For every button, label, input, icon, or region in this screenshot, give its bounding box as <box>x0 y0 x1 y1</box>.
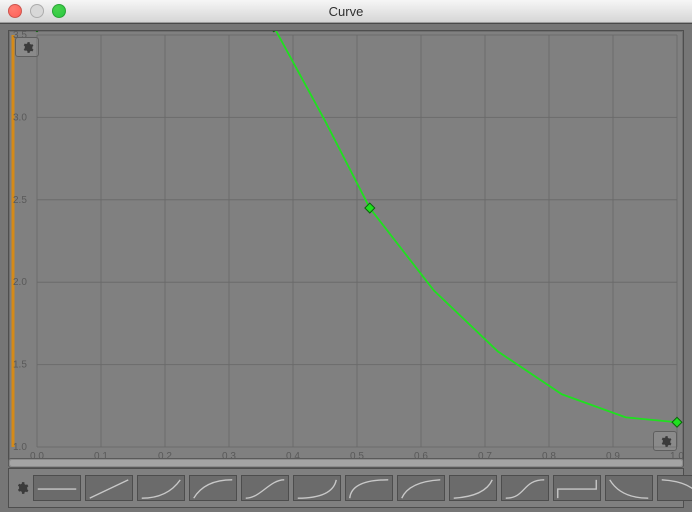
preset-s-curve[interactable] <box>241 475 289 501</box>
preset-step-like[interactable] <box>553 475 601 501</box>
y-tick-label: 2.0 <box>13 277 27 288</box>
gear-icon <box>659 435 672 448</box>
curve-canvas[interactable]: 0.00.10.20.30.40.50.60.70.80.91.01.01.52… <box>8 30 684 466</box>
gear-button-bottom-right[interactable] <box>653 431 677 451</box>
preset-linear[interactable] <box>85 475 133 501</box>
gear-icon <box>21 41 34 54</box>
titlebar: Curve <box>0 0 692 23</box>
gear-icon <box>15 481 29 495</box>
preset-log[interactable] <box>397 475 445 501</box>
horizontal-scrollbar[interactable] <box>8 458 684 468</box>
preset-ease-out[interactable] <box>189 475 237 501</box>
preset-settings-button[interactable] <box>15 477 29 499</box>
preset-slow-out[interactable] <box>345 475 393 501</box>
gear-button-top-left[interactable] <box>15 37 39 57</box>
editor-stage: 0.00.10.20.30.40.50.60.70.80.91.01.01.52… <box>0 23 692 512</box>
preset-exp[interactable] <box>449 475 497 501</box>
scrollbar-thumb[interactable] <box>10 460 682 466</box>
preset-ease-in[interactable] <box>137 475 185 501</box>
keyframe-handle[interactable] <box>32 31 42 32</box>
y-tick-label: 1.0 <box>13 442 27 453</box>
preset-strip <box>8 468 684 508</box>
preset-sharp-s[interactable] <box>501 475 549 501</box>
preset-inv-log[interactable] <box>657 475 692 501</box>
preset-flat[interactable] <box>33 475 81 501</box>
preset-slow-in[interactable] <box>293 475 341 501</box>
y-tick-label: 1.5 <box>13 360 27 371</box>
keyframe-handle[interactable] <box>672 417 682 427</box>
y-tick-label: 2.5 <box>13 195 27 206</box>
curve-plot[interactable]: 0.00.10.20.30.40.50.60.70.80.91.01.01.52… <box>9 31 683 465</box>
y-tick-label: 3.0 <box>13 112 27 123</box>
window-title: Curve <box>0 4 692 19</box>
preset-inv-ease[interactable] <box>605 475 653 501</box>
